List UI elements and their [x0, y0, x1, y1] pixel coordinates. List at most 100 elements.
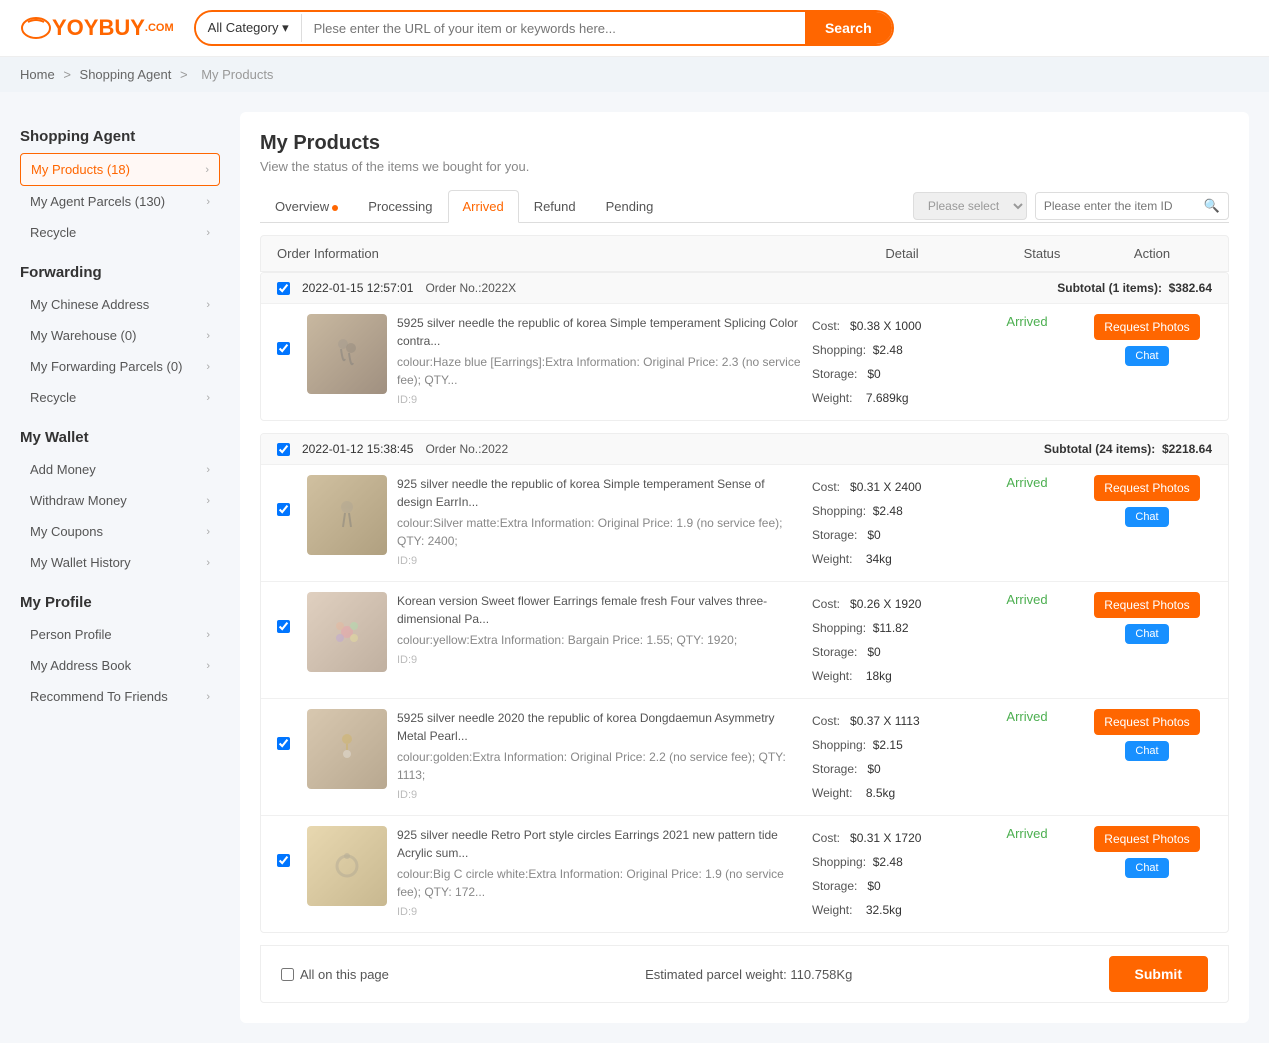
item-2-2-checkbox[interactable] [277, 620, 290, 633]
item-1-chat-btn[interactable]: Chat [1125, 346, 1168, 366]
breadcrumb-home[interactable]: Home [20, 67, 55, 82]
sidebar-item-forwarding-parcels-label: My Forwarding Parcels (0) [30, 359, 206, 374]
order-1-no: Order No.:2022X [425, 281, 516, 295]
item-2-4-chat-btn[interactable]: Chat [1125, 858, 1168, 878]
search-input[interactable] [302, 15, 805, 42]
item-2-2-storage: Storage: $0 [812, 640, 972, 664]
item-2-2-shipping: Shopping: $11.82 [812, 616, 972, 640]
chevron-icon: › [206, 299, 210, 311]
item-id-input[interactable] [1036, 194, 1196, 218]
sidebar-item-wallet-history-label: My Wallet History [30, 555, 206, 570]
item-2-3-action: Request Photos Chat [1082, 709, 1212, 761]
item-2-1-image [307, 475, 387, 555]
item-2-4-image [307, 826, 387, 906]
item-2-2-chat-btn[interactable]: Chat [1125, 624, 1168, 644]
header: YOYBUY.COM All Category ▾ Search [0, 0, 1269, 57]
item-2-2-thumbnail [307, 592, 387, 672]
item-1-id: ID:9 [397, 392, 802, 409]
sidebar: Shopping Agent My Products (18) › My Age… [20, 112, 220, 1023]
item-2-1-chat-btn[interactable]: Chat [1125, 507, 1168, 527]
main-layout: Shopping Agent My Products (18) › My Age… [0, 92, 1269, 1043]
earring-icon [327, 334, 367, 374]
item-2-3-description: 5925 silver needle 2020 the republic of … [397, 709, 802, 804]
item-2-2-status: Arrived [982, 592, 1072, 607]
item-2-3-detail: Cost: $0.37 X 1113 Shopping: $2.15 Stora… [812, 709, 972, 805]
breadcrumb-shopping-agent[interactable]: Shopping Agent [80, 67, 172, 82]
item-1-detail: Cost: $0.38 X 1000 Shopping: $2.48 Stora… [812, 314, 972, 410]
item-1-image [307, 314, 387, 394]
all-on-page-checkbox[interactable] [281, 968, 294, 981]
sidebar-item-my-products[interactable]: My Products (18) › [20, 153, 220, 186]
item-2-1-status: Arrived [982, 475, 1072, 490]
item-2-1-storage: Storage: $0 [812, 523, 972, 547]
order-1-checkbox[interactable] [277, 282, 290, 295]
tab-refund[interactable]: Refund [519, 190, 591, 222]
item-2-3-id: ID:9 [397, 787, 802, 804]
order-2-checkbox[interactable] [277, 443, 290, 456]
sidebar-item-withdraw-money[interactable]: Withdraw Money › [20, 485, 220, 516]
sidebar-item-warehouse[interactable]: My Warehouse (0) › [20, 320, 220, 351]
item-2-3-weight: Weight: 8.5kg [812, 781, 972, 805]
item-2-4-shipping: Shopping: $2.48 [812, 850, 972, 874]
item-2-3-thumbnail [307, 709, 387, 789]
search-button[interactable]: Search [805, 12, 892, 44]
chevron-icon: › [206, 557, 210, 569]
sidebar-item-recommend-friends[interactable]: Recommend To Friends › [20, 681, 220, 712]
category-dropdown[interactable]: All Category ▾ [196, 14, 302, 42]
tab-arrived[interactable]: Arrived [448, 190, 519, 223]
logo-text-buy: BUY [98, 15, 144, 41]
order-header-1: 2022-01-15 12:57:01 Order No.:2022X Subt… [261, 273, 1228, 303]
item-2-4-weight: Weight: 32.5kg [812, 898, 972, 922]
sidebar-item-recycle-forwarding[interactable]: Recycle › [20, 382, 220, 413]
breadcrumb: Home > Shopping Agent > My Products [0, 57, 1269, 92]
sidebar-item-recycle-shopping[interactable]: Recycle › [20, 217, 220, 248]
submit-button[interactable]: Submit [1109, 956, 1208, 992]
item-2-3-checkbox[interactable] [277, 737, 290, 750]
search-icon[interactable]: 🔍 [1196, 193, 1228, 219]
sidebar-item-person-profile[interactable]: Person Profile › [20, 619, 220, 650]
item-1-description: 5925 silver needle the republic of korea… [397, 314, 802, 409]
item-2-2-cost: Cost: $0.26 X 1920 [812, 592, 972, 616]
status-filter-select[interactable]: Please select [913, 192, 1027, 220]
item-2-3-request-photos-btn[interactable]: Request Photos [1094, 709, 1199, 735]
sidebar-item-add-money-label: Add Money [30, 462, 206, 477]
item-2-4-request-photos-btn[interactable]: Request Photos [1094, 826, 1199, 852]
sidebar-item-coupons[interactable]: My Coupons › [20, 516, 220, 547]
item-2-1-color: colour:Silver matte:Extra Information: O… [397, 514, 802, 550]
circle-earring-icon [327, 846, 367, 886]
col-order-info: Order Information [277, 246, 812, 261]
earring-icon [327, 495, 367, 535]
tab-overview[interactable]: Overview [260, 190, 353, 222]
item-2-4-checkbox[interactable] [277, 854, 290, 867]
item-2-1-checkbox[interactable] [277, 503, 290, 516]
weight-info: Estimated parcel weight: 110.758Kg [645, 967, 852, 982]
sidebar-item-wallet-history[interactable]: My Wallet History › [20, 547, 220, 578]
item-1-color: colour:Haze blue [Earrings]:Extra Inform… [397, 353, 802, 389]
item-2-2-weight: Weight: 18kg [812, 664, 972, 688]
tab-pending[interactable]: Pending [591, 190, 669, 222]
item-1-request-photos-btn[interactable]: Request Photos [1094, 314, 1199, 340]
item-2-3-chat-btn[interactable]: Chat [1125, 741, 1168, 761]
item-2-2-request-photos-btn[interactable]: Request Photos [1094, 592, 1199, 618]
item-2-2-action: Request Photos Chat [1082, 592, 1212, 644]
item-2-2-detail: Cost: $0.26 X 1920 Shopping: $11.82 Stor… [812, 592, 972, 688]
item-2-2-title: Korean version Sweet flower Earrings fem… [397, 592, 802, 628]
sidebar-item-forwarding-parcels[interactable]: My Forwarding Parcels (0) › [20, 351, 220, 382]
sidebar-item-agent-parcels[interactable]: My Agent Parcels (130) › [20, 186, 220, 217]
chevron-icon: › [206, 196, 210, 208]
tab-processing[interactable]: Processing [353, 190, 447, 222]
item-2-1-weight: Weight: 34kg [812, 547, 972, 571]
item-2-2-check-wrap [277, 592, 297, 633]
item-1-status: Arrived [982, 314, 1072, 329]
sidebar-item-chinese-address[interactable]: My Chinese Address › [20, 289, 220, 320]
item-2-3-cost: Cost: $0.37 X 1113 [812, 709, 972, 733]
sidebar-item-add-money[interactable]: Add Money › [20, 454, 220, 485]
item-1-thumbnail [307, 314, 387, 394]
item-2-1-request-photos-btn[interactable]: Request Photos [1094, 475, 1199, 501]
sidebar-item-agent-parcels-label: My Agent Parcels (130) [30, 194, 206, 209]
chevron-icon: › [206, 629, 210, 641]
item-1-checkbox[interactable] [277, 342, 290, 355]
breadcrumb-current: My Products [201, 67, 273, 82]
sidebar-item-address-book[interactable]: My Address Book › [20, 650, 220, 681]
breadcrumb-sep1: > [63, 67, 74, 82]
